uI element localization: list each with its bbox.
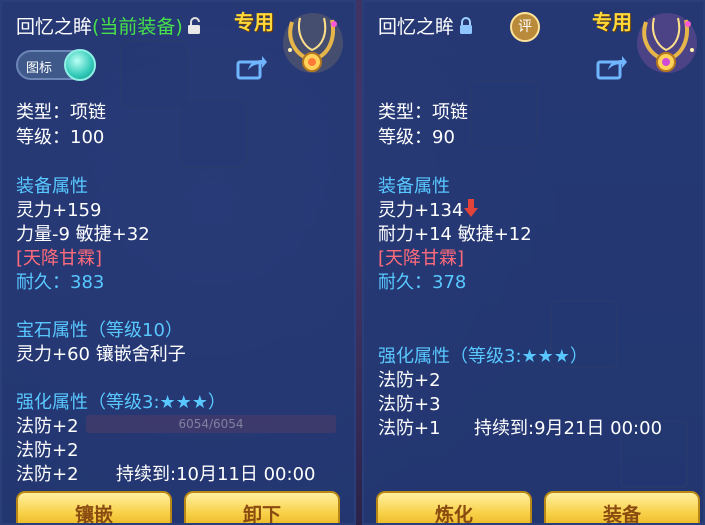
level-line: 等级：90 [378,127,455,148]
attr-line: 耐力+14 敏捷+12 [378,224,532,245]
exclusive-label: 专用 [234,10,274,34]
item-title: 回忆之眸(当前装备) [16,12,203,40]
enhance-line: 法防+2 [16,464,79,485]
refine-button[interactable]: 炼化 [376,491,532,523]
share-icon[interactable] [236,54,268,84]
background-durability-bar: 6054/6054 [86,415,336,433]
compare-equipment-panel: 回忆之眸 评 专用 类型：项链 等级：90 装备属性 灵力+134 耐力+14 … [362,0,705,525]
attr-line: 灵力+159 [16,200,102,221]
current-equipped-tag: (当前装备) [92,16,183,38]
necklace-item-icon [278,10,348,80]
icon-toggle-label: 图标 [26,61,53,76]
item-title: 回忆之眸 [378,12,474,40]
share-icon[interactable] [596,54,628,84]
inlay-button[interactable]: 镶嵌 [16,491,172,523]
necklace-item-icon [632,10,702,80]
level-line: 等级：100 [16,127,105,148]
type-line: 类型：项链 [16,102,106,123]
unequip-button[interactable]: 卸下 [184,491,340,523]
locked-padlock-icon[interactable] [458,17,474,40]
duration-text: 持续到:10月11日 00:00 [116,464,316,485]
equip-attr-title: 装备属性 [16,176,88,197]
rate-badge[interactable]: 评 [510,12,540,42]
current-equipment-panel: 回忆之眸(当前装备) 专用 图标 类型：项链 等级：100 装备属性 灵力+15… [0,0,356,525]
gem-attr-title: 宝石属性（等级10） [16,320,183,341]
equip-attr-title: 装备属性 [378,176,450,197]
enhance-attr-title: 强化属性（等级3:★★★） [16,392,226,413]
attr-text: 灵力+134 [378,200,464,221]
durability-label: 耐久： [378,272,432,293]
enhance-attr-title: 强化属性（等级3:★★★） [378,346,588,367]
exclusive-label: 专用 [592,10,632,34]
attr-line: 力量-9 敏捷+32 [16,224,150,245]
unlocked-padlock-icon[interactable] [187,17,203,40]
enhance-line: 法防+1 [378,418,441,439]
type-line: 类型：项链 [378,102,468,123]
enhance-line: 法防+2 [16,416,79,437]
gem-line: 灵力+60 镶嵌舍利子 [16,344,186,365]
item-name: 回忆之眸 [16,16,93,38]
toggle-knob-icon [64,49,96,81]
durability-label: 耐久： [16,272,70,293]
enhance-line: 法防+2 [378,370,441,391]
durability-value: 383 [70,272,105,293]
attr-line: 灵力+134 [378,196,479,223]
duration-text: 持续到:9月21日 00:00 [474,418,663,439]
set-name: [天降甘霖] [378,248,465,269]
enhance-line: 法防+3 [378,394,441,415]
set-name: [天降甘霖] [16,248,103,269]
durability-value: 378 [432,272,467,293]
item-name: 回忆之眸 [378,16,455,38]
enhance-line: 法防+2 [16,440,79,461]
equip-button[interactable]: 装备 [544,491,700,523]
durability-line: 耐久：383 [16,268,104,294]
icon-toggle[interactable]: 图标 [16,49,96,81]
durability-line: 耐久：378 [378,268,466,294]
